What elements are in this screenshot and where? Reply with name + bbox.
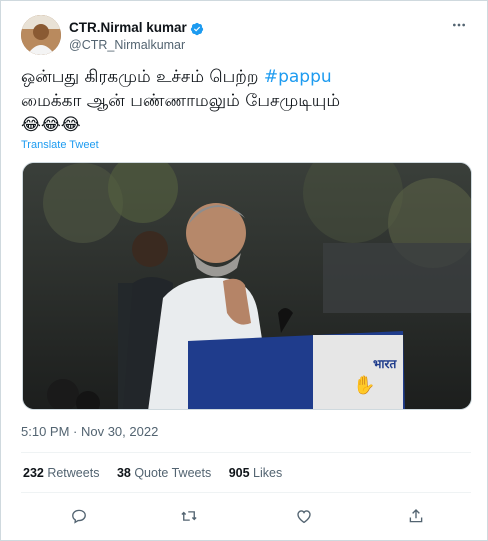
display-name[interactable]: CTR.Nirmal kumar <box>69 20 187 35</box>
tweet-actions <box>21 501 471 531</box>
user-names: CTR.Nirmal kumar @CTR_Nirmalkumar <box>69 17 204 52</box>
reply-icon[interactable] <box>68 505 90 527</box>
translate-tweet-link[interactable]: Translate Tweet <box>21 139 99 151</box>
svg-text:✋: ✋ <box>353 374 375 396</box>
media-scene: ✋ भारत <box>23 163 471 409</box>
retweets-label: Retweets <box>43 466 100 480</box>
verified-icon <box>190 21 204 35</box>
likes-count: 905 <box>228 466 250 480</box>
tweet-emojis: 😂😂😂 <box>21 115 81 135</box>
share-icon[interactable] <box>405 505 427 527</box>
retweet-icon[interactable] <box>178 505 200 527</box>
retweets-stat[interactable]: 232 Retweets <box>23 466 99 480</box>
quotes-stat[interactable]: 38 Quote Tweets <box>117 466 211 480</box>
tweet-line-2: மைக்கா ஆன் பண்ணாமலும் பேசமுடியும் <box>21 91 341 111</box>
quotes-label: Quote Tweets <box>130 466 212 480</box>
hashtag-link[interactable]: #pappu <box>264 67 332 87</box>
tweet-text: ஒன்பது கிரகமும் உச்சம் பெற்ற #pappu மைக்… <box>21 65 471 137</box>
retweets-count: 232 <box>23 466 44 480</box>
more-icon[interactable] <box>451 17 467 33</box>
tweet-card: CTR.Nirmal kumar @CTR_Nirmalkumar ஒன்பது… <box>0 0 488 541</box>
likes-label: Likes <box>249 466 283 480</box>
tweet-line-1: ஒன்பது கிரகமும் உச்சம் பெற்ற <box>21 67 264 87</box>
tweet-stats: 232 Retweets 38 Quote Tweets 905 Likes <box>23 466 296 480</box>
tweet-header: CTR.Nirmal kumar @CTR_Nirmalkumar <box>21 15 471 55</box>
divider <box>21 492 471 493</box>
like-icon[interactable] <box>293 505 315 527</box>
quotes-count: 38 <box>116 466 131 480</box>
avatar[interactable] <box>21 15 61 55</box>
tweet-media-video[interactable]: ✋ भारत <box>22 162 472 410</box>
divider <box>21 452 471 453</box>
tweet-timestamp[interactable]: 5:10 PM · Nov 30, 2022 <box>21 424 158 439</box>
svg-text:भारत: भारत <box>373 357 397 371</box>
handle[interactable]: @CTR_Nirmalkumar <box>69 38 204 52</box>
likes-stat[interactable]: 905 Likes <box>229 466 283 480</box>
